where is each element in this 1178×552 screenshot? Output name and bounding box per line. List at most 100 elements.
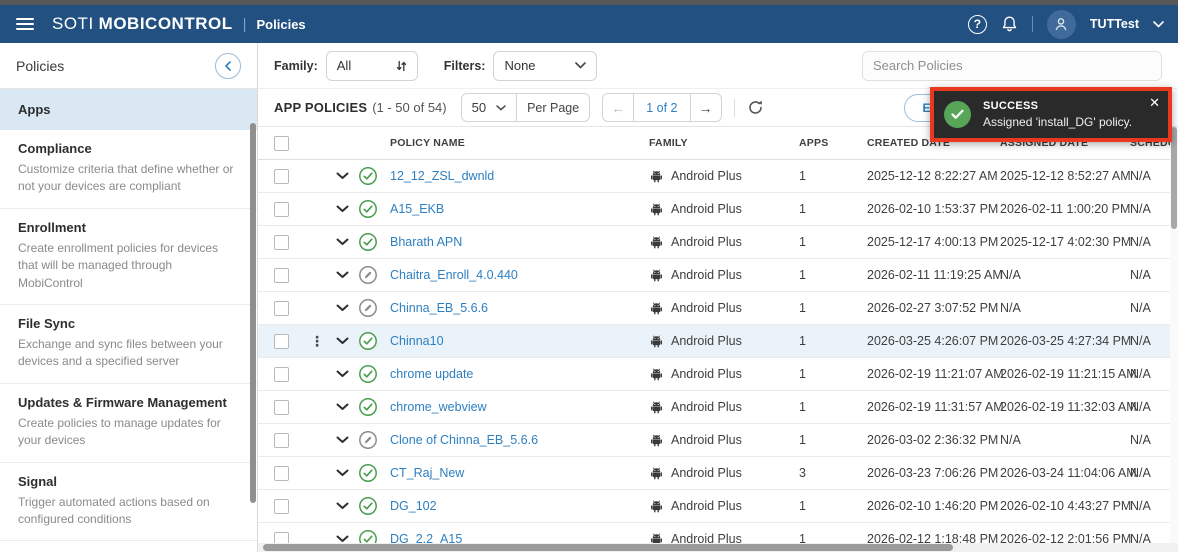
policy-name-link[interactable]: Chinna10 [382,334,444,348]
row-actions-kebab-icon[interactable]: ⋮ [310,334,324,348]
row-checkbox[interactable] [273,201,289,217]
sidebar-item-label: File Sync [18,315,76,331]
success-toast: SUCCESS Assigned 'install_DG' policy. ✕ [930,87,1172,142]
per-page-dropdown[interactable]: 50 [462,100,516,115]
assigned-date: N/A [1000,268,1021,282]
vertical-scrollbar[interactable] [1170,127,1178,543]
row-checkbox[interactable] [273,366,289,382]
policy-name-link[interactable]: Bharath APN [382,235,462,249]
row-expand-chevron-icon[interactable] [330,172,354,180]
sidebar-item-description: Create enrollment policies for devices t… [18,240,219,290]
success-check-icon [944,101,971,128]
row-expand-chevron-icon[interactable] [330,535,354,543]
policy-name-link[interactable]: DG_102 [382,499,437,513]
table-row: ⋮ CT_Raj_New Android Plus 3 2026-03-23 7… [258,457,1178,490]
filters-dropdown[interactable]: None [493,50,598,81]
created-date: 2026-02-10 1:53:37 PM [867,202,999,216]
sidebar-scrollbar[interactable] [250,123,256,503]
filters-value: None [504,58,536,73]
policy-name-link[interactable]: 12_12_ZSL_dwnld [382,169,494,183]
policy-name-link[interactable]: Clone of Chinna_EB_5.6.6 [382,433,538,447]
assigned-date: 2026-02-10 4:43:27 PM [1000,499,1132,513]
sidebar-item-compliance[interactable]: Compliance Customize criteria that defin… [0,130,257,209]
assigned-date: N/A [1000,301,1021,315]
header-divider: | [242,15,247,33]
android-icon [651,467,662,479]
user-name[interactable]: TUTTest [1090,17,1139,31]
col-family[interactable]: FAMILY [637,137,787,149]
apps-count: 1 [799,235,806,249]
row-checkbox[interactable] [273,300,289,316]
col-policy-name[interactable]: POLICY NAME [382,137,637,149]
row-expand-chevron-icon[interactable] [330,337,354,345]
sidebar-item-apps[interactable]: Apps [0,89,257,130]
row-checkbox[interactable] [273,498,289,514]
row-checkbox[interactable] [273,465,289,481]
hamburger-menu-icon[interactable] [16,18,34,30]
family-filter-dropdown[interactable]: All [325,50,418,81]
sidebar-item-updates-firmware-management[interactable]: Updates & Firmware Management Create pol… [0,384,257,463]
col-apps[interactable]: APPS [787,137,855,149]
notifications-bell-icon[interactable] [1001,15,1018,33]
android-icon [651,269,662,281]
created-date: 2026-02-10 1:46:20 PM [867,499,999,513]
user-avatar[interactable] [1046,9,1076,39]
row-expand-chevron-icon[interactable] [330,304,354,312]
row-expand-chevron-icon[interactable] [330,436,354,444]
horizontal-scrollbar[interactable] [258,543,1178,552]
policy-name-link[interactable]: Chaitra_Enroll_4.0.440 [382,268,518,282]
row-expand-chevron-icon[interactable] [330,502,354,510]
toast-close-icon[interactable]: ✕ [1149,96,1160,109]
sidebar-item-device-relocation[interactable]: Device Relocation Relocate devices into … [0,541,257,552]
apps-count: 1 [799,499,806,513]
table-row: ⋮ Bharath APN Android Plus 1 2025-12-17 … [258,226,1178,259]
select-all-checkbox[interactable] [273,135,289,151]
created-date: 2026-02-27 3:07:52 PM [867,301,999,315]
search-input[interactable] [862,50,1162,81]
brand-product: MOBICONTROL [98,14,233,33]
row-expand-chevron-icon[interactable] [330,238,354,246]
policy-name-link[interactable]: chrome_webview [382,400,487,414]
row-checkbox[interactable] [273,399,289,415]
created-date: 2025-12-17 4:00:13 PM [867,235,999,249]
row-expand-chevron-icon[interactable] [330,205,354,213]
sidebar-item-signal[interactable]: Signal Trigger automated actions based o… [0,463,257,542]
policy-name-link[interactable]: CT_Raj_New [382,466,464,480]
row-checkbox[interactable] [273,333,289,349]
table-row: ⋮ DG_102 Android Plus 1 2026-02-10 1:46:… [258,490,1178,523]
row-checkbox[interactable] [273,432,289,448]
row-checkbox[interactable] [273,267,289,283]
apps-count: 3 [799,466,806,480]
schedule-value: N/A [1130,301,1151,315]
user-menu-chevron-icon[interactable] [1153,20,1164,28]
row-checkbox[interactable] [273,234,289,250]
row-expand-chevron-icon[interactable] [330,403,354,411]
assigned-date: 2026-02-11 1:00:20 PM [1000,202,1131,216]
policy-name-link[interactable]: chrome update [382,367,473,381]
family-value: Android Plus [671,301,742,315]
sidebar-item-label: Signal [18,473,58,489]
family-value: Android Plus [671,334,742,348]
sidebar-item-enrollment[interactable]: Enrollment Create enrollment policies fo… [0,209,257,305]
sidebar-item-label: Apps [18,102,51,117]
family-value: Android Plus [671,499,742,513]
policy-name-link[interactable]: A15_EKB [382,202,444,216]
row-expand-chevron-icon[interactable] [330,469,354,477]
policy-name-link[interactable]: Chinna_EB_5.6.6 [382,301,488,315]
row-expand-chevron-icon[interactable] [330,370,354,378]
next-page-button[interactable]: → [691,94,721,121]
previous-page-button[interactable]: ← [603,94,633,121]
schedule-value: N/A [1130,466,1151,480]
brand-logo: SOTI MOBICONTROL [52,14,233,34]
sidebar-nav: Apps Compliance Customize criteria that … [0,89,257,552]
family-value: Android Plus [671,400,742,414]
refresh-icon[interactable] [747,99,764,116]
sidebar-item-file-sync[interactable]: File Sync Exchange and sync files betwee… [0,305,257,384]
assigned-date: 2026-02-19 11:32:03 AM [1000,400,1137,414]
help-icon[interactable]: ? [967,14,987,34]
assigned-date: 2026-03-24 11:04:06 AM [1000,466,1137,480]
row-checkbox[interactable] [273,168,289,184]
row-expand-chevron-icon[interactable] [330,271,354,279]
apps-count: 1 [799,202,806,216]
sidebar-collapse-button[interactable] [215,53,241,79]
